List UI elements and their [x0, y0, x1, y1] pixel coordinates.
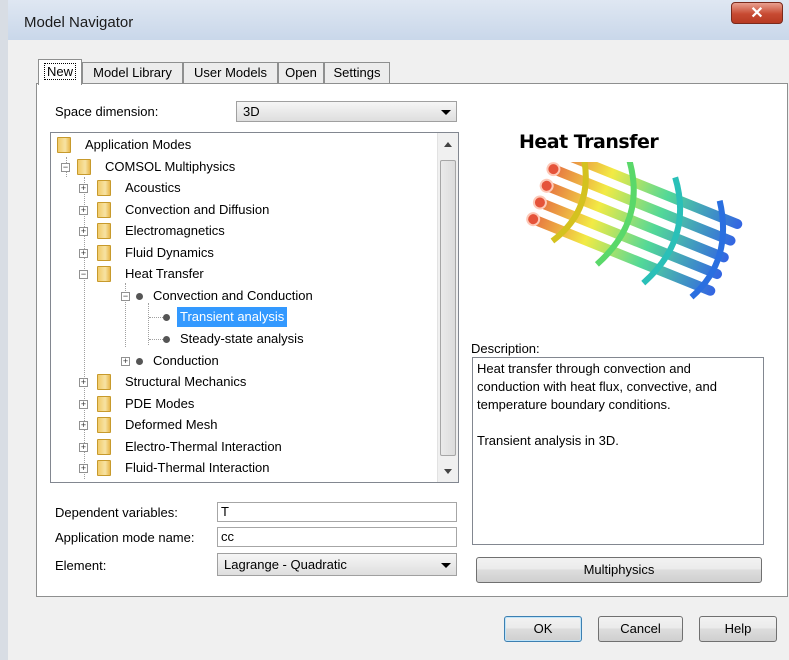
expand-icon: +: [79, 420, 88, 430]
folder-icon: [97, 439, 111, 455]
heat-transfer-preview-image: [526, 162, 743, 300]
tab-settings[interactable]: Settings: [324, 62, 390, 84]
expand-icon: +: [79, 183, 88, 193]
close-button[interactable]: ✕: [731, 2, 783, 24]
tab-model-library[interactable]: Model Library: [82, 62, 183, 84]
chevron-down-icon: [441, 563, 451, 568]
bullet-icon: [136, 293, 143, 300]
chevron-down-icon: [441, 110, 451, 115]
folder-icon: [97, 202, 111, 218]
cancel-button[interactable]: Cancel: [598, 616, 683, 642]
model-navigator-window: Model Navigator ✕ New Model Library User…: [8, 0, 789, 660]
ok-button[interactable]: OK: [504, 616, 582, 642]
bullet-icon: [163, 314, 170, 321]
expand-icon: +: [79, 248, 88, 258]
folder-icon: [97, 245, 111, 261]
element-label: Element:: [55, 558, 107, 573]
scroll-up-icon[interactable]: [444, 142, 452, 147]
expand-icon: +: [121, 356, 130, 366]
help-button[interactable]: Help: [699, 616, 777, 642]
application-mode-name-label: Application mode name:: [55, 530, 195, 545]
folder-icon: [97, 223, 111, 239]
element-select[interactable]: Lagrange - Quadratic: [217, 553, 457, 576]
expand-icon: +: [79, 463, 88, 473]
application-mode-name-input[interactable]: cc: [217, 527, 457, 547]
folder-icon: [97, 266, 111, 282]
space-dimension-select[interactable]: 3D: [236, 101, 457, 122]
expand-icon: +: [79, 442, 88, 452]
scrollbar-thumb[interactable]: [440, 160, 456, 456]
folder-icon: [97, 180, 111, 196]
dependent-variables-label: Dependent variables:: [55, 505, 178, 520]
folder-icon: [97, 460, 111, 476]
folder-icon: [97, 374, 111, 390]
folder-icon: [57, 137, 71, 153]
application-modes-tree[interactable]: Application Modes − COMSOL Multiphysics …: [50, 132, 459, 483]
folder-icon: [77, 159, 91, 175]
close-icon: ✕: [750, 5, 764, 22]
collapse-icon: −: [79, 269, 88, 279]
multiphysics-button[interactable]: Multiphysics: [476, 557, 762, 583]
collapse-icon: −: [61, 162, 70, 172]
bullet-icon: [163, 336, 170, 343]
description-label: Description:: [471, 341, 540, 356]
dependent-variables-input[interactable]: T: [217, 502, 457, 522]
title-bar[interactable]: Model Navigator ✕: [8, 0, 789, 40]
description-text: Heat transfer through convection and con…: [472, 357, 764, 545]
tab-user-models[interactable]: User Models: [183, 62, 278, 84]
collapse-icon: −: [121, 291, 130, 301]
tab-new[interactable]: New: [38, 59, 82, 85]
bullet-icon: [136, 358, 143, 365]
window-title: Model Navigator: [24, 14, 134, 31]
expand-icon: +: [79, 377, 88, 387]
tab-open[interactable]: Open: [278, 62, 324, 84]
expand-icon: +: [79, 399, 88, 409]
folder-icon: [97, 417, 111, 433]
expand-icon: +: [79, 205, 88, 215]
preview-title: Heat Transfer: [519, 131, 659, 153]
space-dimension-label: Space dimension:: [55, 104, 159, 119]
tree-scrollbar[interactable]: [437, 133, 458, 482]
folder-icon: [97, 396, 111, 412]
expand-icon: +: [79, 226, 88, 236]
scroll-down-icon[interactable]: [444, 469, 452, 474]
